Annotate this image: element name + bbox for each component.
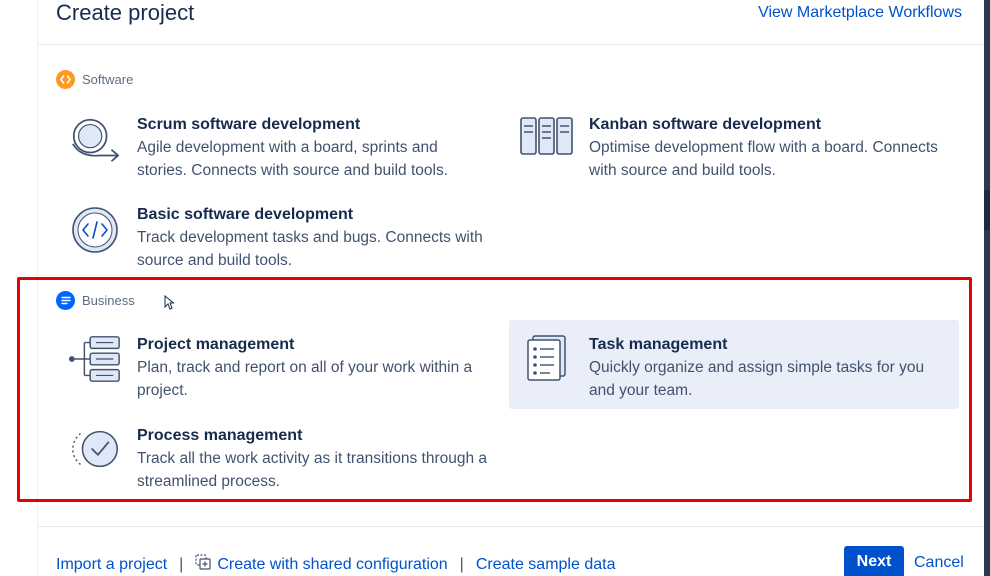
separator: | (459, 555, 464, 573)
cancel-button[interactable]: Cancel (914, 554, 964, 572)
next-button[interactable]: Next (844, 546, 904, 576)
left-gutter (0, 0, 38, 576)
template-description: Track all the work activity as it transi… (137, 450, 488, 490)
template-description: Quickly organize and assign simple tasks… (589, 359, 925, 399)
separator: | (179, 555, 184, 573)
template-description: Plan, track and report on all of your wo… (137, 359, 473, 399)
business-label: Business (82, 293, 135, 308)
template-description: Optimise development flow with a board. … (589, 139, 938, 179)
import-project-link[interactable]: Import a project (56, 556, 167, 574)
mouse-cursor-icon (164, 294, 175, 315)
shared-config-label: Create with shared configuration (217, 555, 448, 573)
kanban-board-icon (519, 114, 575, 170)
scrum-cycle-icon (67, 114, 123, 170)
software-label: Software (82, 72, 134, 87)
template-process-management[interactable]: Process management Track all the work ac… (67, 425, 507, 493)
template-kanban[interactable]: Kanban software development Optimise dev… (519, 114, 959, 182)
scrollbar-thumb[interactable] (984, 190, 990, 230)
project-hierarchy-icon (67, 334, 123, 390)
template-description: Agile development with a board, sprints … (137, 139, 449, 179)
footer-links: Import a project | Create with shared co… (56, 554, 615, 575)
scrollbar[interactable] (984, 0, 990, 576)
template-description: Track development tasks and bugs. Connec… (137, 229, 483, 269)
template-project-management[interactable]: Project management Plan, track and repor… (67, 334, 507, 402)
software-section-label: Software (56, 70, 133, 89)
template-name: Process management (137, 427, 303, 444)
template-task-management[interactable]: Task management Quickly organize and ass… (509, 320, 959, 409)
task-list-icon (519, 334, 575, 390)
template-scrum[interactable]: Scrum software development Agile develop… (67, 114, 507, 182)
code-icon (56, 70, 75, 89)
header-divider (38, 44, 984, 45)
document-lines-icon (56, 291, 75, 310)
shared-config-icon (195, 554, 212, 575)
template-basic-software[interactable]: Basic software development Track develop… (67, 204, 507, 272)
footer-divider (38, 526, 984, 527)
code-brackets-icon (67, 204, 123, 260)
view-marketplace-workflows-link[interactable]: View Marketplace Workflows (758, 3, 962, 23)
template-name: Basic software development (137, 206, 354, 223)
template-name: Task management (589, 336, 728, 353)
business-section-label: Business (56, 291, 135, 310)
create-sample-data-link[interactable]: Create sample data (476, 556, 616, 574)
template-name: Kanban software development (589, 116, 822, 133)
create-shared-config-link[interactable]: Create with shared configuration (195, 554, 448, 575)
process-check-icon (67, 425, 123, 481)
template-name: Scrum software development (137, 116, 361, 133)
page-title: Create project (56, 0, 195, 25)
template-name: Project management (137, 336, 295, 353)
